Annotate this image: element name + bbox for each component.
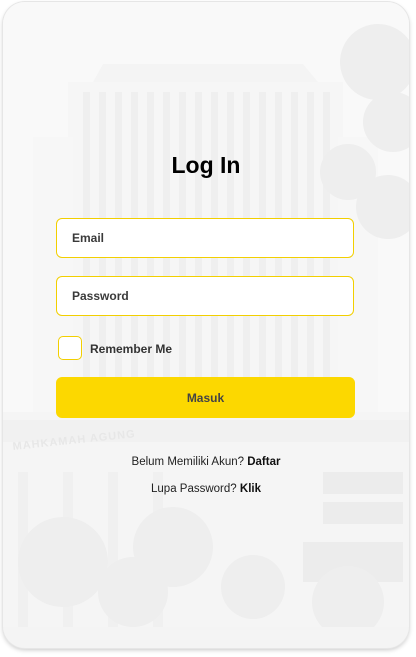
remember-me-label: Remember Me (90, 342, 173, 356)
background-overlay (3, 2, 409, 648)
page-title: Log In (171, 152, 241, 178)
register-prompt-text: Belum Memiliki Akun? (131, 456, 245, 468)
register-link[interactable]: Daftar (247, 456, 280, 468)
forgot-password-row: Lupa Password? Klik (3, 483, 409, 495)
password-field[interactable] (56, 276, 354, 316)
email-field[interactable] (56, 218, 354, 258)
forgot-password-text: Lupa Password? (151, 483, 237, 495)
register-prompt-row: Belum Memiliki Akun? Daftar (3, 456, 409, 468)
remember-me-checkbox[interactable] (58, 336, 82, 360)
forgot-password-link[interactable]: Klik (240, 483, 261, 495)
login-submit-button[interactable]: Masuk (56, 377, 355, 418)
login-card: MAHKAMAH AGUNG Log In Remember Me Masuk … (3, 2, 409, 648)
